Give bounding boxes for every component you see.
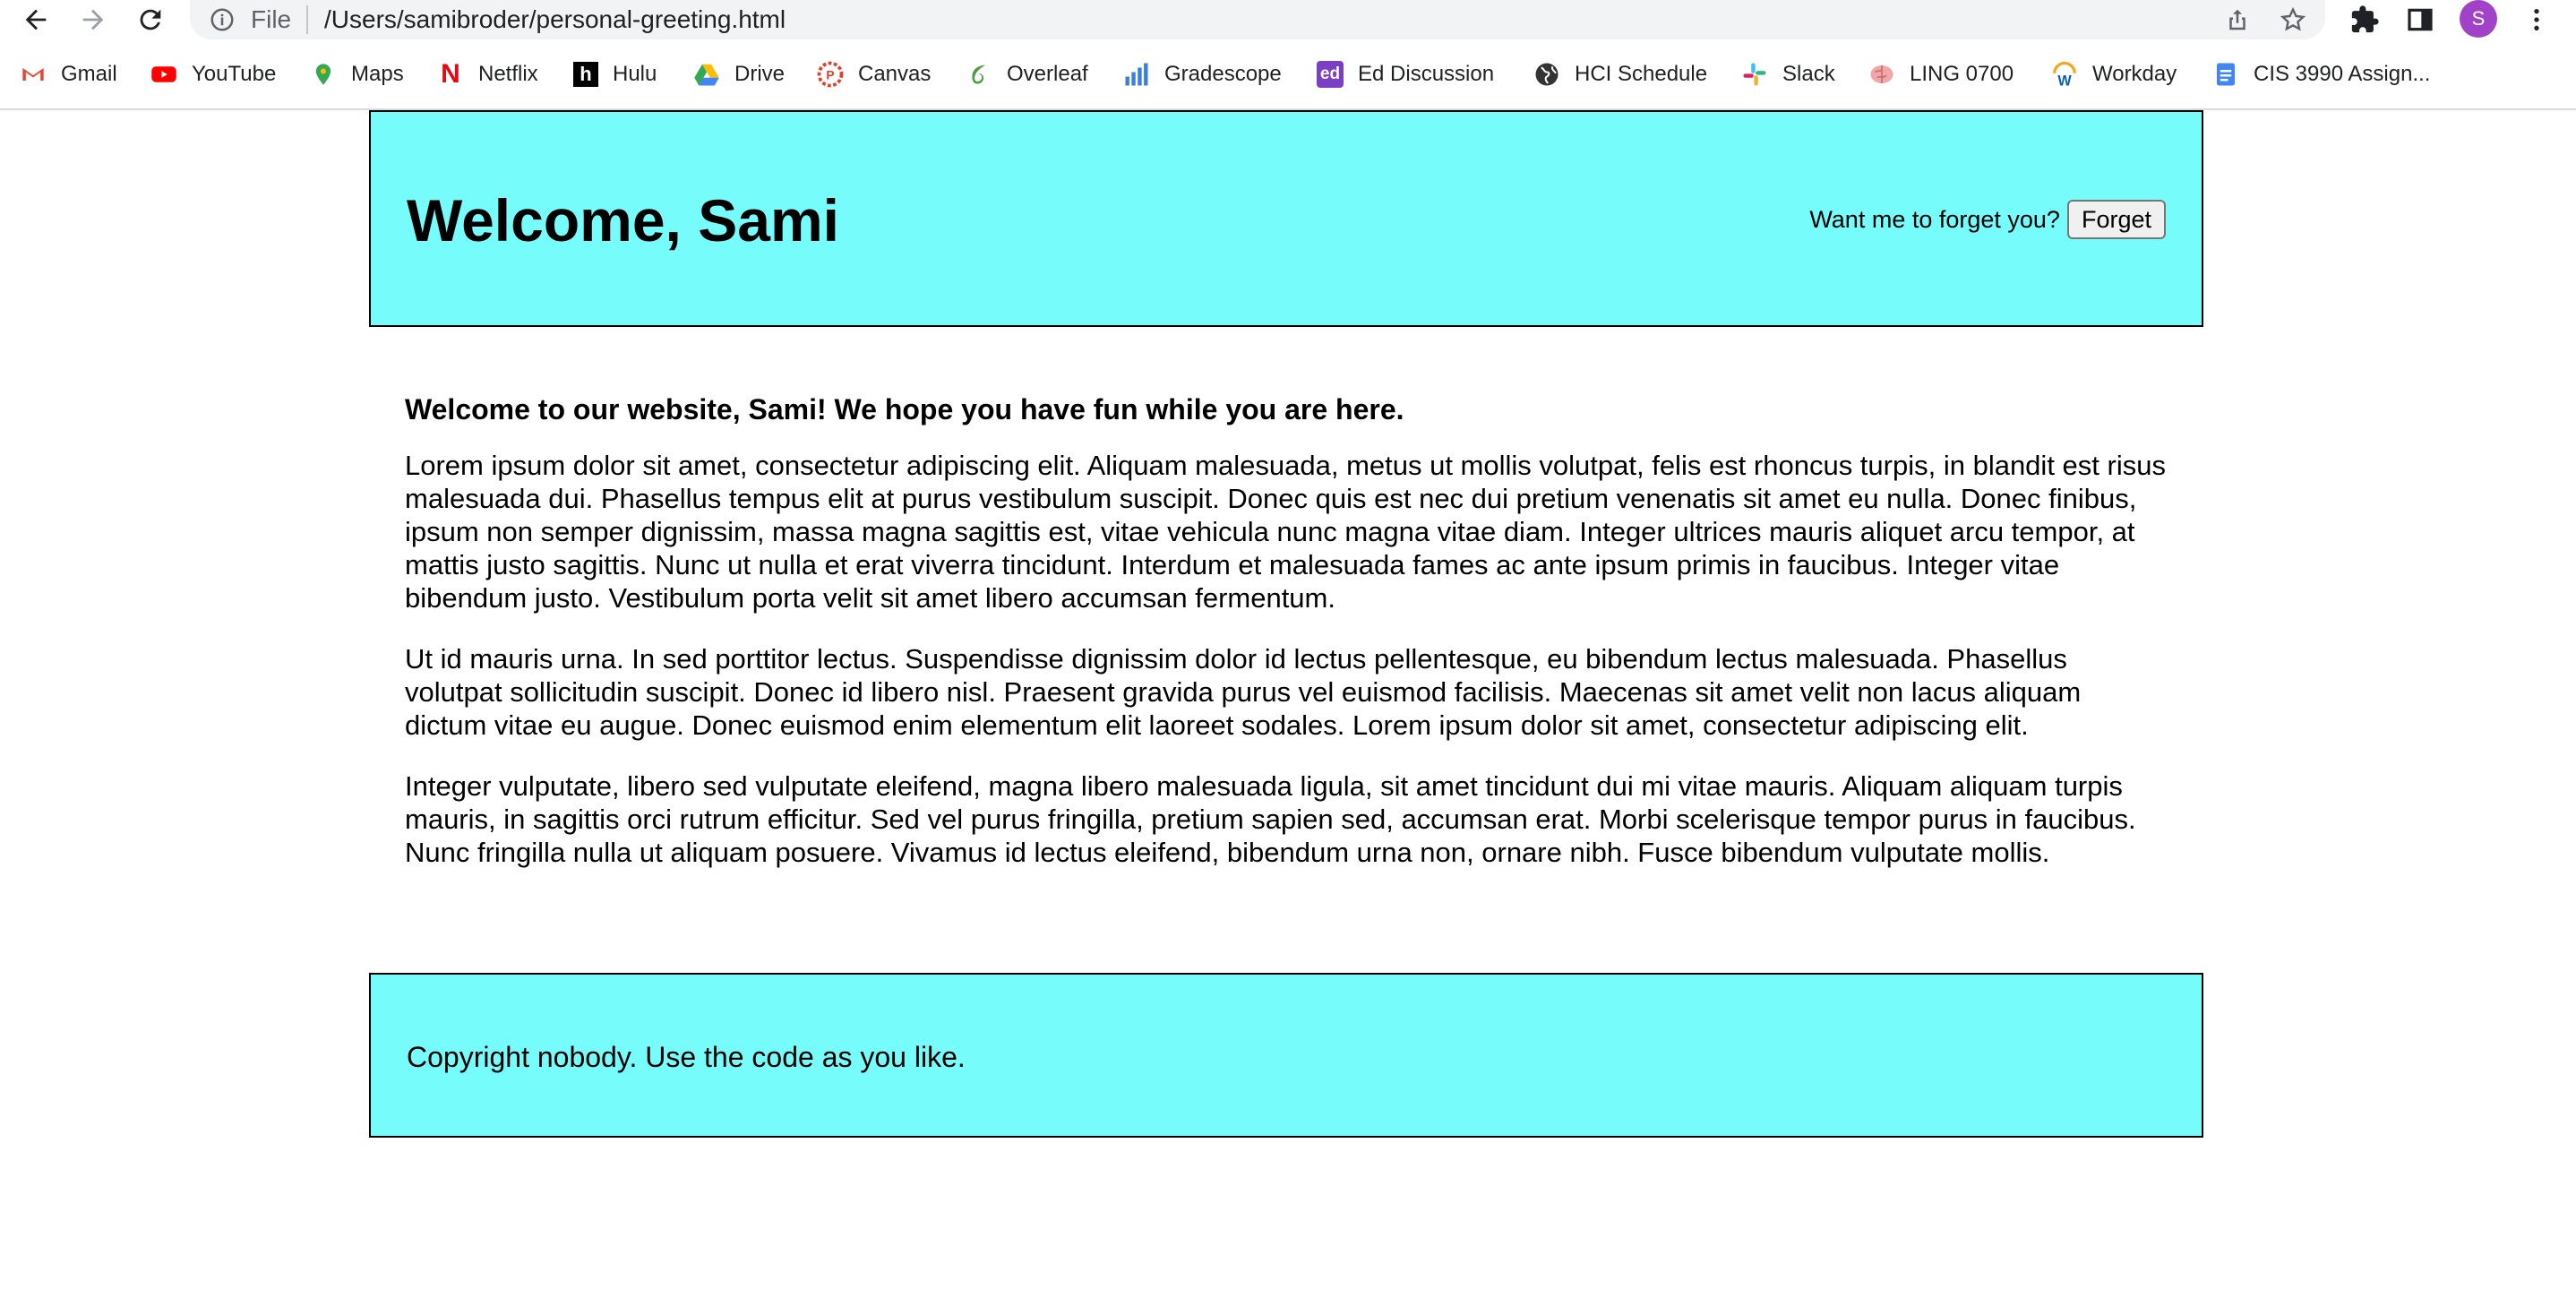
bookmark-label: YouTube (192, 62, 277, 86)
bookmark-label: Ed Discussion (1358, 62, 1495, 86)
paragraph-3: Integer vulputate, libero sed vulputate … (405, 770, 2136, 868)
address-bar[interactable]: File /Users/samibroder/personal-greeting… (190, 0, 2325, 39)
page-title: Welcome, Sami (407, 187, 839, 254)
brain-icon (1868, 61, 1895, 88)
bookmark-label: Overleaf (1007, 62, 1088, 86)
bookmark-label: HCI Schedule (1575, 62, 1708, 86)
bookmark-maps[interactable]: Maps (310, 54, 404, 95)
maps-icon (310, 61, 337, 88)
bookmark-gradescope[interactable]: Gradescope (1123, 54, 1282, 95)
forget-button[interactable]: Forget (2066, 200, 2166, 239)
more-menu-icon[interactable] (2517, 0, 2556, 39)
docs-icon (2212, 61, 2239, 88)
youtube-icon (150, 61, 177, 88)
url-text[interactable]: /Users/samibroder/personal-greeting.html (324, 4, 786, 36)
bookmark-ling-0700[interactable]: LING 0700 (1868, 54, 2014, 95)
file-scheme-label: File (251, 5, 292, 33)
bookmark-hci-schedule[interactable]: HCI Schedule (1533, 54, 1707, 95)
bookmark-label: Gmail (61, 62, 117, 86)
bookmark-label: LING 0700 (1910, 62, 2014, 86)
bookmark-label: Drive (734, 62, 786, 86)
forward-button[interactable] (73, 0, 113, 39)
bookmark-netflix[interactable]: N Netflix (437, 54, 538, 95)
bookmark-label: Netflix (478, 62, 538, 86)
bookmark-overleaf[interactable]: Overleaf (966, 54, 1088, 95)
bookmarks-bar: Gmail YouTube Maps N Netflix h Hulu Drive … (0, 54, 2576, 95)
bookmark-ed-discussion[interactable]: ed Ed Discussion (1317, 54, 1494, 95)
bookmark-label: CIS 3990 Assign... (2254, 62, 2431, 86)
address-divider (306, 5, 308, 34)
gmail-icon (20, 61, 47, 88)
bookmark-label: Slack (1782, 62, 1835, 86)
browser-toolbar: File /Users/samibroder/personal-greeting… (0, 0, 2576, 39)
copyright-text: Copyright nobody. Use the code as you li… (407, 1041, 966, 1073)
bookmark-label: Hulu (613, 62, 657, 86)
bookmark-label: Workday (2092, 62, 2177, 86)
ed-icon: ed (1317, 61, 1344, 88)
bookmark-label: Canvas (858, 62, 932, 86)
bookmark-star-icon[interactable] (2277, 4, 2309, 36)
bookmark-slack[interactable]: Slack (1741, 54, 1835, 95)
share-icon[interactable] (2221, 4, 2254, 36)
arrow-left-icon (25, 9, 47, 30)
bookmark-gmail[interactable]: Gmail (20, 54, 117, 95)
globe-icon (1533, 61, 1560, 88)
svg-text:W: W (2057, 73, 2072, 89)
bookmark-label: Maps (351, 62, 404, 86)
reload-icon (140, 9, 161, 30)
paragraph-2: Ut id mauris urna. In sed porttitor lect… (405, 643, 2082, 741)
netflix-icon: N (441, 59, 460, 89)
extensions-icon[interactable] (2345, 0, 2384, 39)
bookmark-youtube[interactable]: YouTube (150, 54, 276, 95)
drive-icon (693, 61, 720, 88)
page-header: Welcome, Sami Want me to forget you? For… (369, 110, 2203, 327)
back-button[interactable] (16, 0, 56, 39)
overleaf-icon (966, 61, 992, 88)
gradescope-icon (1123, 61, 1150, 88)
arrow-right-icon (82, 9, 104, 30)
workday-icon: W (2051, 61, 2078, 88)
bookmark-cis-3990[interactable]: CIS 3990 Assign... (2212, 54, 2430, 95)
bookmark-label: Gradescope (1164, 62, 1282, 86)
bookmark-hulu[interactable]: h Hulu (573, 54, 657, 95)
bookmark-workday[interactable]: W Workday (2051, 54, 2177, 95)
main-content: Welcome to our website, Sami! We hope yo… (405, 388, 2169, 897)
forget-prompt: Want me to forget you? (1809, 206, 2060, 233)
svg-text:P: P (826, 69, 834, 82)
reload-button[interactable] (131, 0, 170, 39)
paragraph-1: Lorem ipsum dolor sit amet, consectetur … (405, 450, 2166, 614)
profile-avatar[interactable]: S (2460, 0, 2497, 38)
welcome-message: Welcome to our website, Sami! We hope yo… (405, 393, 1404, 425)
info-icon[interactable] (208, 5, 236, 34)
side-panel-icon[interactable] (2400, 0, 2440, 39)
canvas-icon: P (817, 61, 844, 88)
page-footer: Copyright nobody. Use the code as you li… (369, 973, 2203, 1138)
slack-icon (1741, 61, 1768, 88)
bookmark-canvas[interactable]: P Canvas (817, 54, 931, 95)
hulu-icon: h (573, 62, 598, 87)
forget-section: Want me to forget you? Forget (1809, 200, 2166, 239)
bookmark-drive[interactable]: Drive (693, 54, 785, 95)
